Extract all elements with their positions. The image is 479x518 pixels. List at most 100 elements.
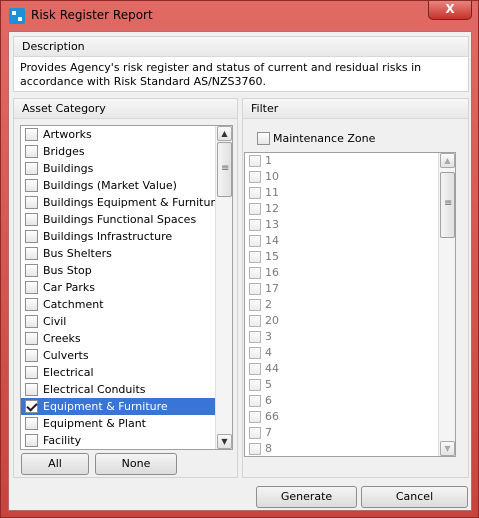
window-title: Risk Register Report (31, 8, 153, 22)
scroll-up-icon[interactable]: ▲ (217, 126, 232, 141)
list-item-label: Culverts (43, 349, 89, 362)
list-item[interactable]: Electrical Conduits (21, 381, 232, 398)
list-item[interactable]: Catchment (21, 296, 232, 313)
list-item-label: Buildings (43, 162, 94, 175)
checkbox-icon[interactable] (25, 383, 38, 396)
filter-items: 1 10 11 12 13 14 15 16 17 2 20 3 4 44 5 6 66 7 8 (245, 153, 455, 456)
list-item[interactable]: Bus Shelters (21, 245, 232, 262)
checkbox-icon[interactable] (25, 281, 38, 294)
checkbox-icon[interactable] (25, 213, 38, 226)
list-item: 14 (245, 233, 455, 249)
list-item[interactable]: Bridges (21, 143, 232, 160)
list-item-label: 12 (265, 202, 279, 215)
checkbox-icon (249, 427, 261, 439)
checkbox-icon[interactable] (25, 179, 38, 192)
list-item-label: Bus Shelters (43, 247, 112, 260)
list-item[interactable]: Culverts (21, 347, 232, 364)
checkbox-icon (249, 395, 261, 407)
checkbox-icon[interactable] (25, 298, 38, 311)
list-item: 16 (245, 265, 455, 281)
asset-category-items: Artworks Bridges Buildings Buildings (Marke… (21, 126, 232, 449)
maintenance-zone-checkbox[interactable]: Maintenance Zone (257, 131, 375, 147)
generate-button[interactable]: Generate (256, 486, 357, 508)
list-item: 44 (245, 361, 455, 377)
list-item[interactable]: Electrical (21, 364, 232, 381)
description-panel: Description Provides Agency's risk regis… (13, 36, 469, 92)
cancel-button[interactable]: Cancel (361, 486, 468, 508)
list-item-label: 15 (265, 250, 279, 263)
checkbox-icon[interactable] (25, 349, 38, 362)
asset-category-header: Asset Category (14, 99, 237, 119)
list-item-label: 13 (265, 218, 279, 231)
list-item[interactable]: Buildings (21, 160, 232, 177)
list-item: 1 (245, 153, 455, 169)
asset-list-scrollbar[interactable]: ▲ ▼ (215, 126, 232, 449)
checkbox-icon (249, 203, 261, 215)
list-item-label: Buildings Functional Spaces (43, 213, 197, 226)
filter-list: 110111213141516172203444566678 ▲ ▼ (244, 152, 456, 457)
list-item[interactable]: Buildings Infrastructure (21, 228, 232, 245)
select-all-button[interactable]: All (21, 453, 89, 475)
list-item-label: Electrical (43, 366, 94, 379)
checkbox-icon (249, 411, 261, 423)
list-item: 6 (245, 393, 455, 409)
list-item: 2 (245, 297, 455, 313)
list-item: 13 (245, 217, 455, 233)
list-item[interactable]: Facility (21, 432, 232, 449)
checkbox-icon[interactable] (25, 162, 38, 175)
list-item-label: Buildings Infrastructure (43, 230, 173, 243)
list-item: 3 (245, 329, 455, 345)
list-item-label: Equipment & Plant (43, 417, 146, 430)
list-item-label: Catchment (43, 298, 104, 311)
report-window: Risk Register Report X Description Provi… (0, 0, 479, 518)
list-item[interactable]: Equipment & Plant (21, 415, 232, 432)
checkbox-icon[interactable] (25, 145, 38, 158)
list-item[interactable]: Artworks (21, 126, 232, 143)
list-item-label: 14 (265, 234, 279, 247)
checkbox-icon[interactable] (25, 128, 38, 141)
checkbox-icon[interactable] (25, 264, 38, 277)
list-item-label: Facility (43, 434, 82, 447)
list-item[interactable]: Buildings (Market Value) (21, 177, 232, 194)
scroll-down-icon[interactable]: ▼ (217, 434, 232, 449)
list-item[interactable]: Creeks (21, 330, 232, 347)
list-item-label: Buildings (Market Value) (43, 179, 177, 192)
list-item[interactable]: Bus Stop (21, 262, 232, 279)
list-item-label: 10 (265, 170, 279, 183)
asset-category-list[interactable]: Artworks Bridges Buildings Buildings (Marke… (20, 125, 233, 450)
list-item-label: Bridges (43, 145, 85, 158)
list-item[interactable]: Civil (21, 313, 232, 330)
description-header: Description (14, 37, 468, 57)
list-item-label: Artworks (43, 128, 92, 141)
checkbox-icon[interactable] (25, 332, 38, 345)
list-item-label: Equipment & Furniture (43, 400, 168, 413)
list-item: 10 (245, 169, 455, 185)
checkbox-icon (249, 235, 261, 247)
list-item[interactable]: Buildings Functional Spaces (21, 211, 232, 228)
close-button[interactable]: X (428, 1, 472, 20)
checkbox-icon[interactable] (25, 196, 38, 209)
checkbox-icon[interactable] (25, 400, 38, 413)
checkbox-icon[interactable] (25, 315, 38, 328)
filter-header: Filter (243, 99, 468, 119)
title-bar[interactable]: Risk Register Report X (1, 1, 478, 31)
select-none-button[interactable]: None (95, 453, 177, 475)
checkbox-icon[interactable] (25, 417, 38, 430)
checkbox-icon[interactable] (25, 434, 38, 447)
checkbox-icon[interactable] (25, 366, 38, 379)
checkbox-icon (249, 155, 261, 167)
list-item-label: Bus Stop (43, 264, 92, 277)
list-item-label: Car Parks (43, 281, 95, 294)
asset-category-panel: Asset Category Artworks Bridges Buildings B… (13, 98, 238, 478)
list-item[interactable]: Buildings Equipment & Furniture (21, 194, 232, 211)
scroll-thumb[interactable] (217, 142, 232, 197)
list-item-label: 11 (265, 186, 279, 199)
list-item[interactable]: Car Parks (21, 279, 232, 296)
list-item-label: 16 (265, 266, 279, 279)
checkbox-icon (249, 379, 261, 391)
list-item[interactable]: Equipment & Furniture (21, 398, 232, 415)
checkbox-icon[interactable] (25, 247, 38, 260)
checkbox-icon[interactable] (25, 230, 38, 243)
checkbox-icon (249, 315, 261, 327)
checkbox-icon[interactable] (257, 132, 270, 145)
